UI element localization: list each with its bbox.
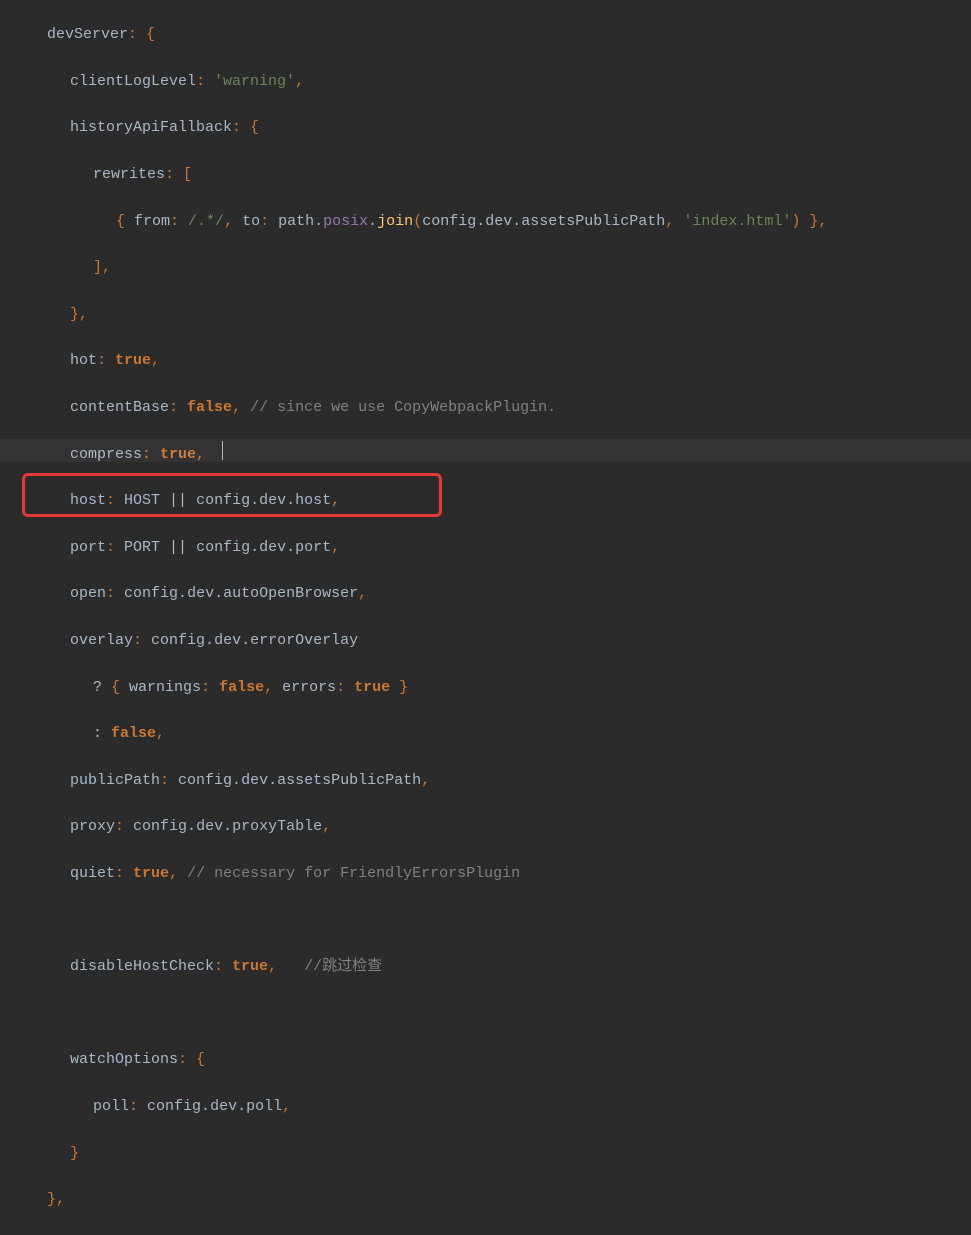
code-line[interactable]: contentBase: false, // since we use Copy…: [24, 396, 971, 419]
code-line[interactable]: }: [24, 1142, 971, 1165]
blank-line[interactable]: [24, 909, 971, 932]
code-line[interactable]: : false,: [24, 722, 971, 745]
code-line-highlighted[interactable]: disableHostCheck: true, //跳过检查: [24, 955, 971, 978]
code-line[interactable]: compress: true,: [24, 443, 971, 466]
code-line[interactable]: },: [24, 303, 971, 326]
code-line[interactable]: ],: [24, 256, 971, 279]
code-line[interactable]: hot: true,: [24, 349, 971, 372]
code-line[interactable]: publicPath: config.dev.assetsPublicPath,: [24, 769, 971, 792]
code-line[interactable]: poll: config.dev.poll,: [24, 1095, 971, 1118]
code-line[interactable]: clientLogLevel: 'warning',: [24, 70, 971, 93]
code-line[interactable]: proxy: config.dev.proxyTable,: [24, 815, 971, 838]
code-line[interactable]: historyApiFallback: {: [24, 116, 971, 139]
code-line[interactable]: host: HOST || config.dev.host,: [24, 489, 971, 512]
text-cursor: [222, 441, 223, 460]
code-line[interactable]: },: [24, 1188, 971, 1211]
code-line[interactable]: quiet: true, // necessary for FriendlyEr…: [24, 862, 971, 885]
code-line[interactable]: open: config.dev.autoOpenBrowser,: [24, 582, 971, 605]
code-line[interactable]: port: PORT || config.dev.port,: [24, 536, 971, 559]
code-line[interactable]: { from: /.*/, to: path.posix.join(config…: [24, 210, 971, 233]
code-line[interactable]: watchOptions: {: [24, 1048, 971, 1071]
code-line[interactable]: devServer: {: [24, 23, 971, 46]
code-line[interactable]: ? { warnings: false, errors: true }: [24, 676, 971, 699]
code-editor[interactable]: devServer: { clientLogLevel: 'warning', …: [0, 0, 971, 1235]
code-line[interactable]: overlay: config.dev.errorOverlay: [24, 629, 971, 652]
blank-line[interactable]: [24, 1002, 971, 1025]
code-line[interactable]: rewrites: [: [24, 163, 971, 186]
